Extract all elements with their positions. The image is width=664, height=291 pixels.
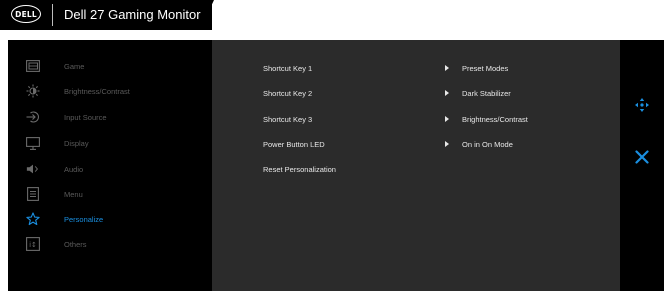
sidebar-item-label: Input Source [64, 112, 107, 122]
shortcut-key-3-row[interactable]: Shortcut Key 3 Brightness/Contrast [212, 107, 620, 131]
title-divider [52, 4, 53, 26]
reset-personalization-row[interactable]: Reset Personalization [212, 157, 620, 181]
sidebar-item-personalize[interactable]: Personalize [8, 207, 212, 231]
row-value: On in On Mode [462, 140, 513, 149]
power-button-led-row[interactable]: Power Button LED On in On Mode [212, 132, 620, 156]
sidebar-item-label: Brightness/Contrast [64, 86, 130, 96]
svg-text:i↕: i↕ [29, 241, 37, 249]
brightness-icon [26, 84, 40, 98]
row-label: Reset Personalization [263, 165, 336, 174]
game-icon [26, 59, 40, 73]
sidebar-item-audio[interactable]: Audio [8, 157, 212, 181]
arrow-right-icon [445, 141, 449, 147]
row-value: Preset Modes [462, 64, 509, 73]
monitor-title: Dell 27 Gaming Monitor [64, 7, 201, 22]
arrow-right-icon [445, 90, 449, 96]
sidebar-item-label: Personalize [64, 214, 104, 224]
others-icon: i↕ [26, 237, 40, 251]
row-label: Shortcut Key 1 [263, 64, 313, 73]
arrow-right-icon [445, 65, 449, 71]
sidebar: Game Brightness/Contrast Input Source Di… [8, 40, 212, 291]
row-label: Power Button LED [263, 140, 325, 149]
sidebar-item-input-source[interactable]: Input Source [8, 105, 212, 129]
display-icon [26, 136, 40, 150]
row-value: Brightness/Contrast [462, 115, 528, 124]
star-icon [26, 212, 40, 226]
sidebar-item-label: Audio [64, 164, 84, 174]
four-way-arrow-icon[interactable] [634, 97, 650, 113]
dell-logo: DELL [11, 5, 41, 23]
sidebar-item-brightness-contrast[interactable]: Brightness/Contrast [8, 79, 212, 103]
personalize-panel: Shortcut Key 1 Preset Modes Shortcut Key… [212, 40, 620, 291]
title-bar-corner [200, 0, 214, 30]
sidebar-item-menu[interactable]: Menu [8, 182, 212, 206]
osd-menu: Game Brightness/Contrast Input Source Di… [8, 40, 664, 291]
menu-icon [26, 187, 40, 201]
sidebar-item-label: Display [64, 138, 89, 148]
row-label: Shortcut Key 2 [263, 89, 313, 98]
navigation-column [620, 40, 664, 291]
shortcut-key-2-row[interactable]: Shortcut Key 2 Dark Stabilizer [212, 81, 620, 105]
sidebar-item-label: Others [64, 239, 87, 249]
audio-icon [26, 162, 40, 176]
sidebar-item-game[interactable]: Game [8, 54, 212, 78]
input-source-icon [26, 110, 40, 124]
shortcut-key-1-row[interactable]: Shortcut Key 1 Preset Modes [212, 56, 620, 80]
sidebar-item-others[interactable]: i↕ Others [8, 232, 212, 256]
row-label: Shortcut Key 3 [263, 115, 313, 124]
sidebar-item-label: Game [64, 61, 85, 71]
sidebar-item-label: Menu [64, 189, 83, 199]
sidebar-item-display[interactable]: Display [8, 131, 212, 155]
row-value: Dark Stabilizer [462, 89, 511, 98]
close-icon[interactable] [634, 149, 650, 165]
arrow-right-icon [445, 116, 449, 122]
